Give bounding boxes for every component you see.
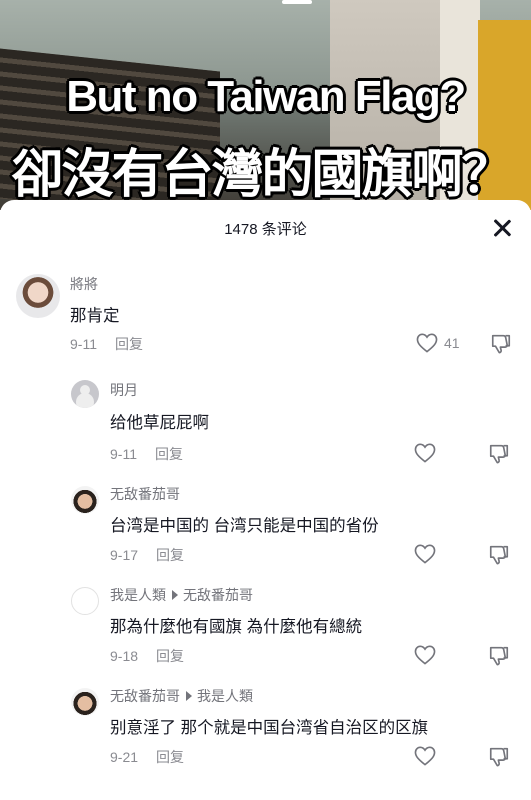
thumbs-down-icon[interactable] <box>488 745 510 767</box>
reply-button[interactable]: 回复 <box>156 749 184 765</box>
comment-username[interactable]: 將將 <box>70 274 98 294</box>
comment-username[interactable]: 无敌番茄哥 <box>110 688 180 704</box>
avatar[interactable] <box>71 587 99 615</box>
comment-username[interactable]: 无敌番茄哥 <box>110 484 180 504</box>
reply-arrow-icon <box>186 691 192 701</box>
comment-date: 9-11 <box>70 336 97 352</box>
avatar[interactable] <box>71 688 99 716</box>
heart-icon[interactable] <box>414 746 436 766</box>
thumbs-down-icon[interactable] <box>490 332 512 354</box>
thumbs-down-icon[interactable] <box>488 442 510 464</box>
comment-username[interactable]: 明月 <box>110 380 138 400</box>
comment-text: 那肯定 <box>70 307 120 325</box>
heart-icon[interactable] <box>414 544 436 564</box>
heart-icon[interactable] <box>416 333 438 353</box>
comment-date: 9-18 <box>110 648 139 664</box>
comments-sheet: 1478 条评论 將將 那肯定 9-11 回复 41 明月 给他草屁屁啊 9-11… <box>0 200 531 800</box>
comments-count-title: 1478 条评论 <box>224 221 307 238</box>
like-count: 41 <box>444 335 460 351</box>
comment-text: 台湾是中国的 台湾只能是中国的省份 <box>110 517 379 535</box>
reply-button[interactable]: 回复 <box>115 336 143 352</box>
comment-username[interactable]: 我是人類 <box>110 587 166 603</box>
video-background[interactable]: But no Taiwan Flag? 卻沒有台灣的國旗啊？ <box>0 0 531 210</box>
comment-username[interactable]: 我是人類 无敌番茄哥 <box>110 585 253 605</box>
comment-text: 那為什麼他有國旗 為什麼他有總統 <box>110 618 363 636</box>
comment-meta: 9-21 回复 <box>110 747 184 767</box>
comment-meta: 9-11 回复 <box>70 334 143 354</box>
comment-date: 9-11 <box>110 446 137 462</box>
comment-text: 给他草屁屁啊 <box>110 414 209 432</box>
reply-arrow-icon <box>172 590 178 600</box>
thumbs-down-icon[interactable] <box>488 644 510 666</box>
close-icon[interactable] <box>490 216 514 240</box>
thumbs-down-icon[interactable] <box>488 543 510 565</box>
avatar[interactable] <box>16 274 60 318</box>
comment-date: 9-17 <box>110 547 139 563</box>
comment-username[interactable]: 无敌番茄哥 我是人類 <box>110 686 253 706</box>
video-caption-chinese: 卻沒有台灣的國旗啊？ <box>11 146 513 204</box>
reply-button[interactable]: 回复 <box>156 547 184 563</box>
reply-button[interactable]: 回复 <box>156 648 184 664</box>
comment-meta: 9-17 回复 <box>110 545 184 565</box>
video-caption-english: But no Taiwan Flag? <box>66 72 466 121</box>
reply-to-username[interactable]: 我是人類 <box>197 688 253 704</box>
heart-icon[interactable] <box>414 443 436 463</box>
comment-text: 别意淫了 那个就是中国台湾省自治区的区旗 <box>110 719 429 737</box>
comment-date: 9-21 <box>110 749 139 765</box>
comment-meta: 9-18 回复 <box>110 646 184 666</box>
avatar[interactable] <box>71 380 99 408</box>
top-indicator <box>282 0 312 4</box>
heart-icon[interactable] <box>414 645 436 665</box>
comment-meta: 9-11 回复 <box>110 444 183 464</box>
reply-button[interactable]: 回复 <box>155 446 183 462</box>
reply-to-username[interactable]: 无敌番茄哥 <box>183 587 253 603</box>
avatar[interactable] <box>71 486 99 514</box>
